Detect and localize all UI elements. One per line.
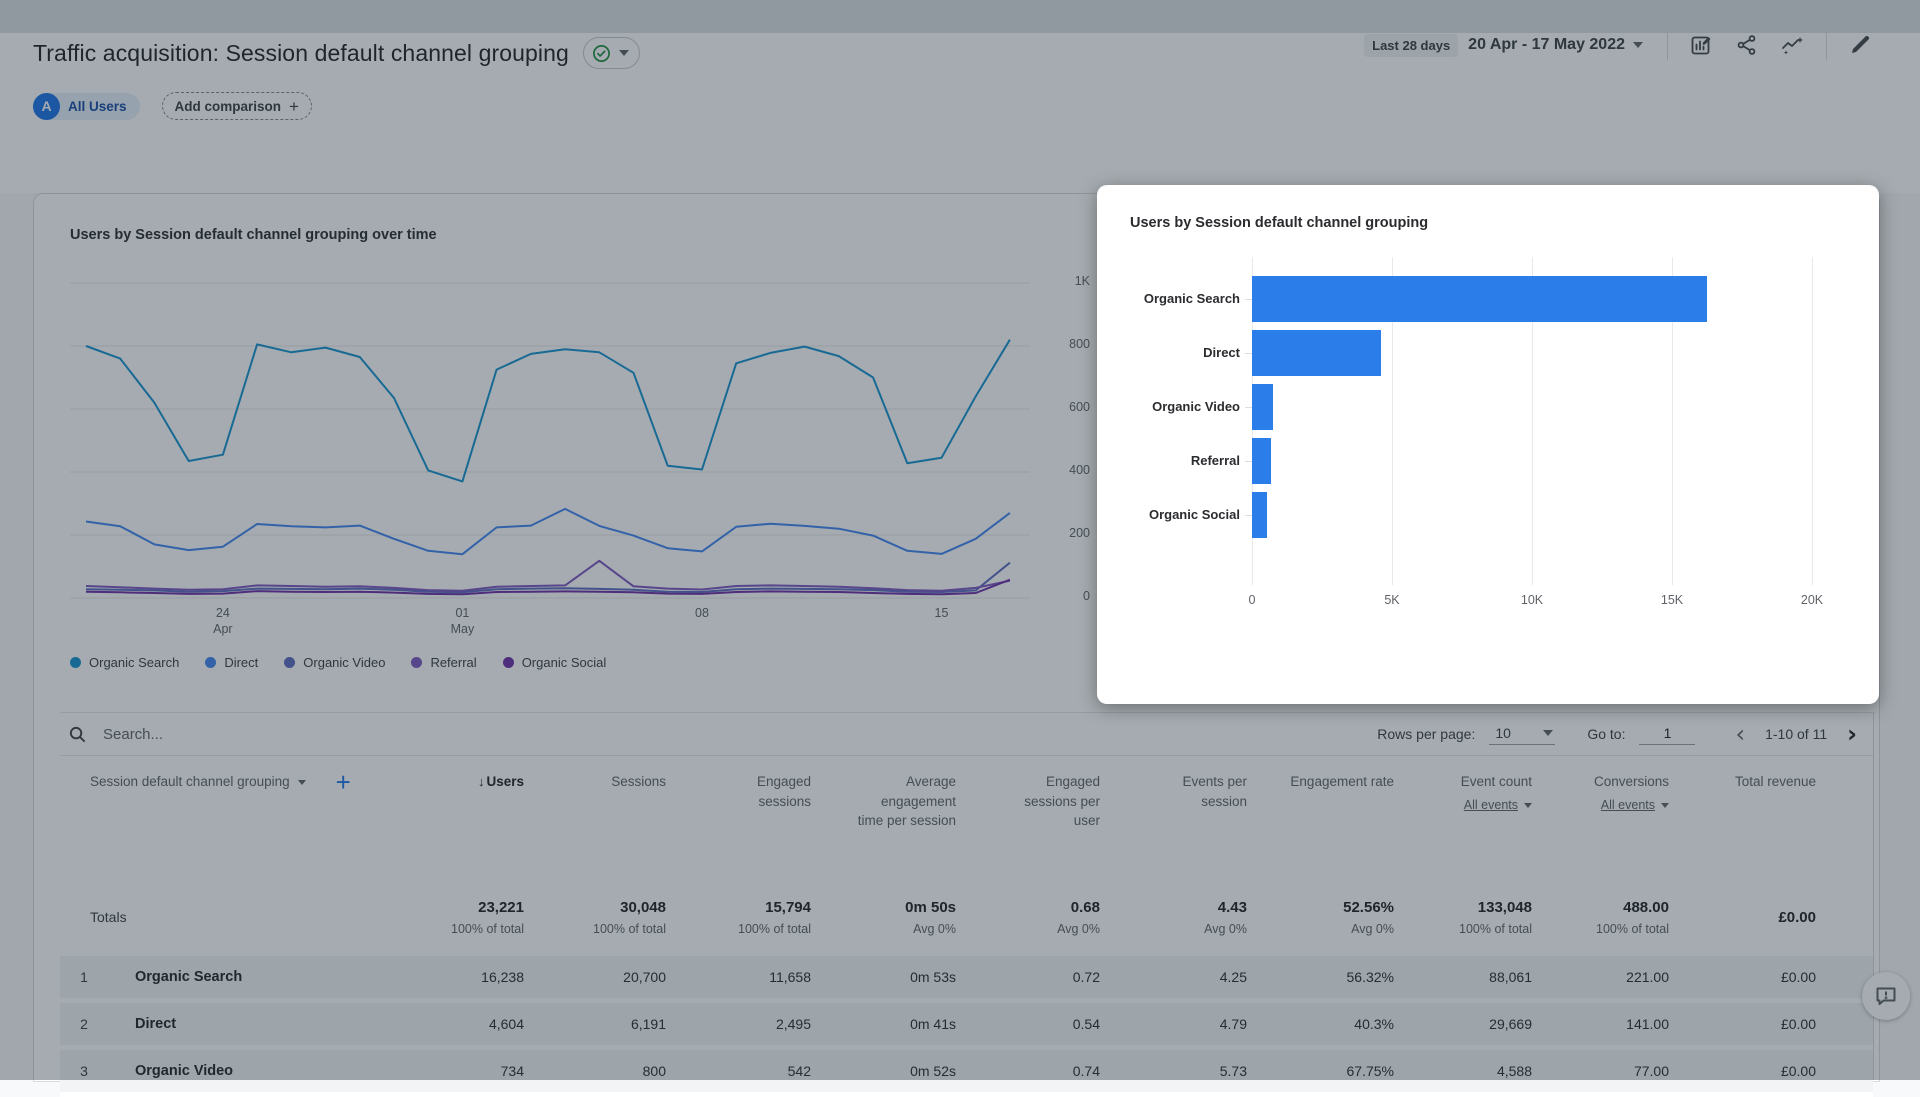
bar-chart-card: Users by Session default channel groupin… bbox=[1097, 185, 1879, 704]
bar-referral bbox=[1252, 438, 1271, 484]
bar-organic-video bbox=[1252, 384, 1273, 430]
bar-axis-tick bbox=[1245, 515, 1252, 516]
bar-organic-social bbox=[1252, 492, 1268, 538]
bar-x-axis-tick: 20K bbox=[1800, 593, 1824, 607]
bar-category-label-referral: Referral bbox=[1190, 453, 1240, 468]
bar-axis-tick bbox=[1245, 407, 1252, 408]
bar-category-label-organic-search: Organic Search bbox=[1143, 291, 1240, 306]
bar-direct bbox=[1252, 330, 1381, 376]
bar-x-axis-tick: 10K bbox=[1520, 593, 1544, 607]
bar-axis-tick bbox=[1245, 461, 1252, 462]
bar-x-axis-tick: 0 bbox=[1248, 593, 1256, 607]
bar-category-label-organic-video: Organic Video bbox=[1152, 399, 1240, 414]
bar-x-axis-tick: 5K bbox=[1384, 593, 1400, 607]
bar-chart-title: Users by Session default channel groupin… bbox=[1130, 215, 1429, 231]
ga4-traffic-acquisition-page: { "header": { "title": "Traffic acquisit… bbox=[0, 0, 1920, 1097]
bar-gridline bbox=[1812, 257, 1813, 585]
bar-category-label-direct: Direct bbox=[1203, 345, 1240, 360]
bar-x-axis-tick: 15K bbox=[1660, 593, 1684, 607]
bar-axis-tick bbox=[1245, 299, 1252, 300]
bar-axis-tick bbox=[1245, 353, 1252, 354]
bar-category-label-organic-social: Organic Social bbox=[1148, 507, 1240, 522]
bar-organic-search bbox=[1252, 276, 1707, 322]
